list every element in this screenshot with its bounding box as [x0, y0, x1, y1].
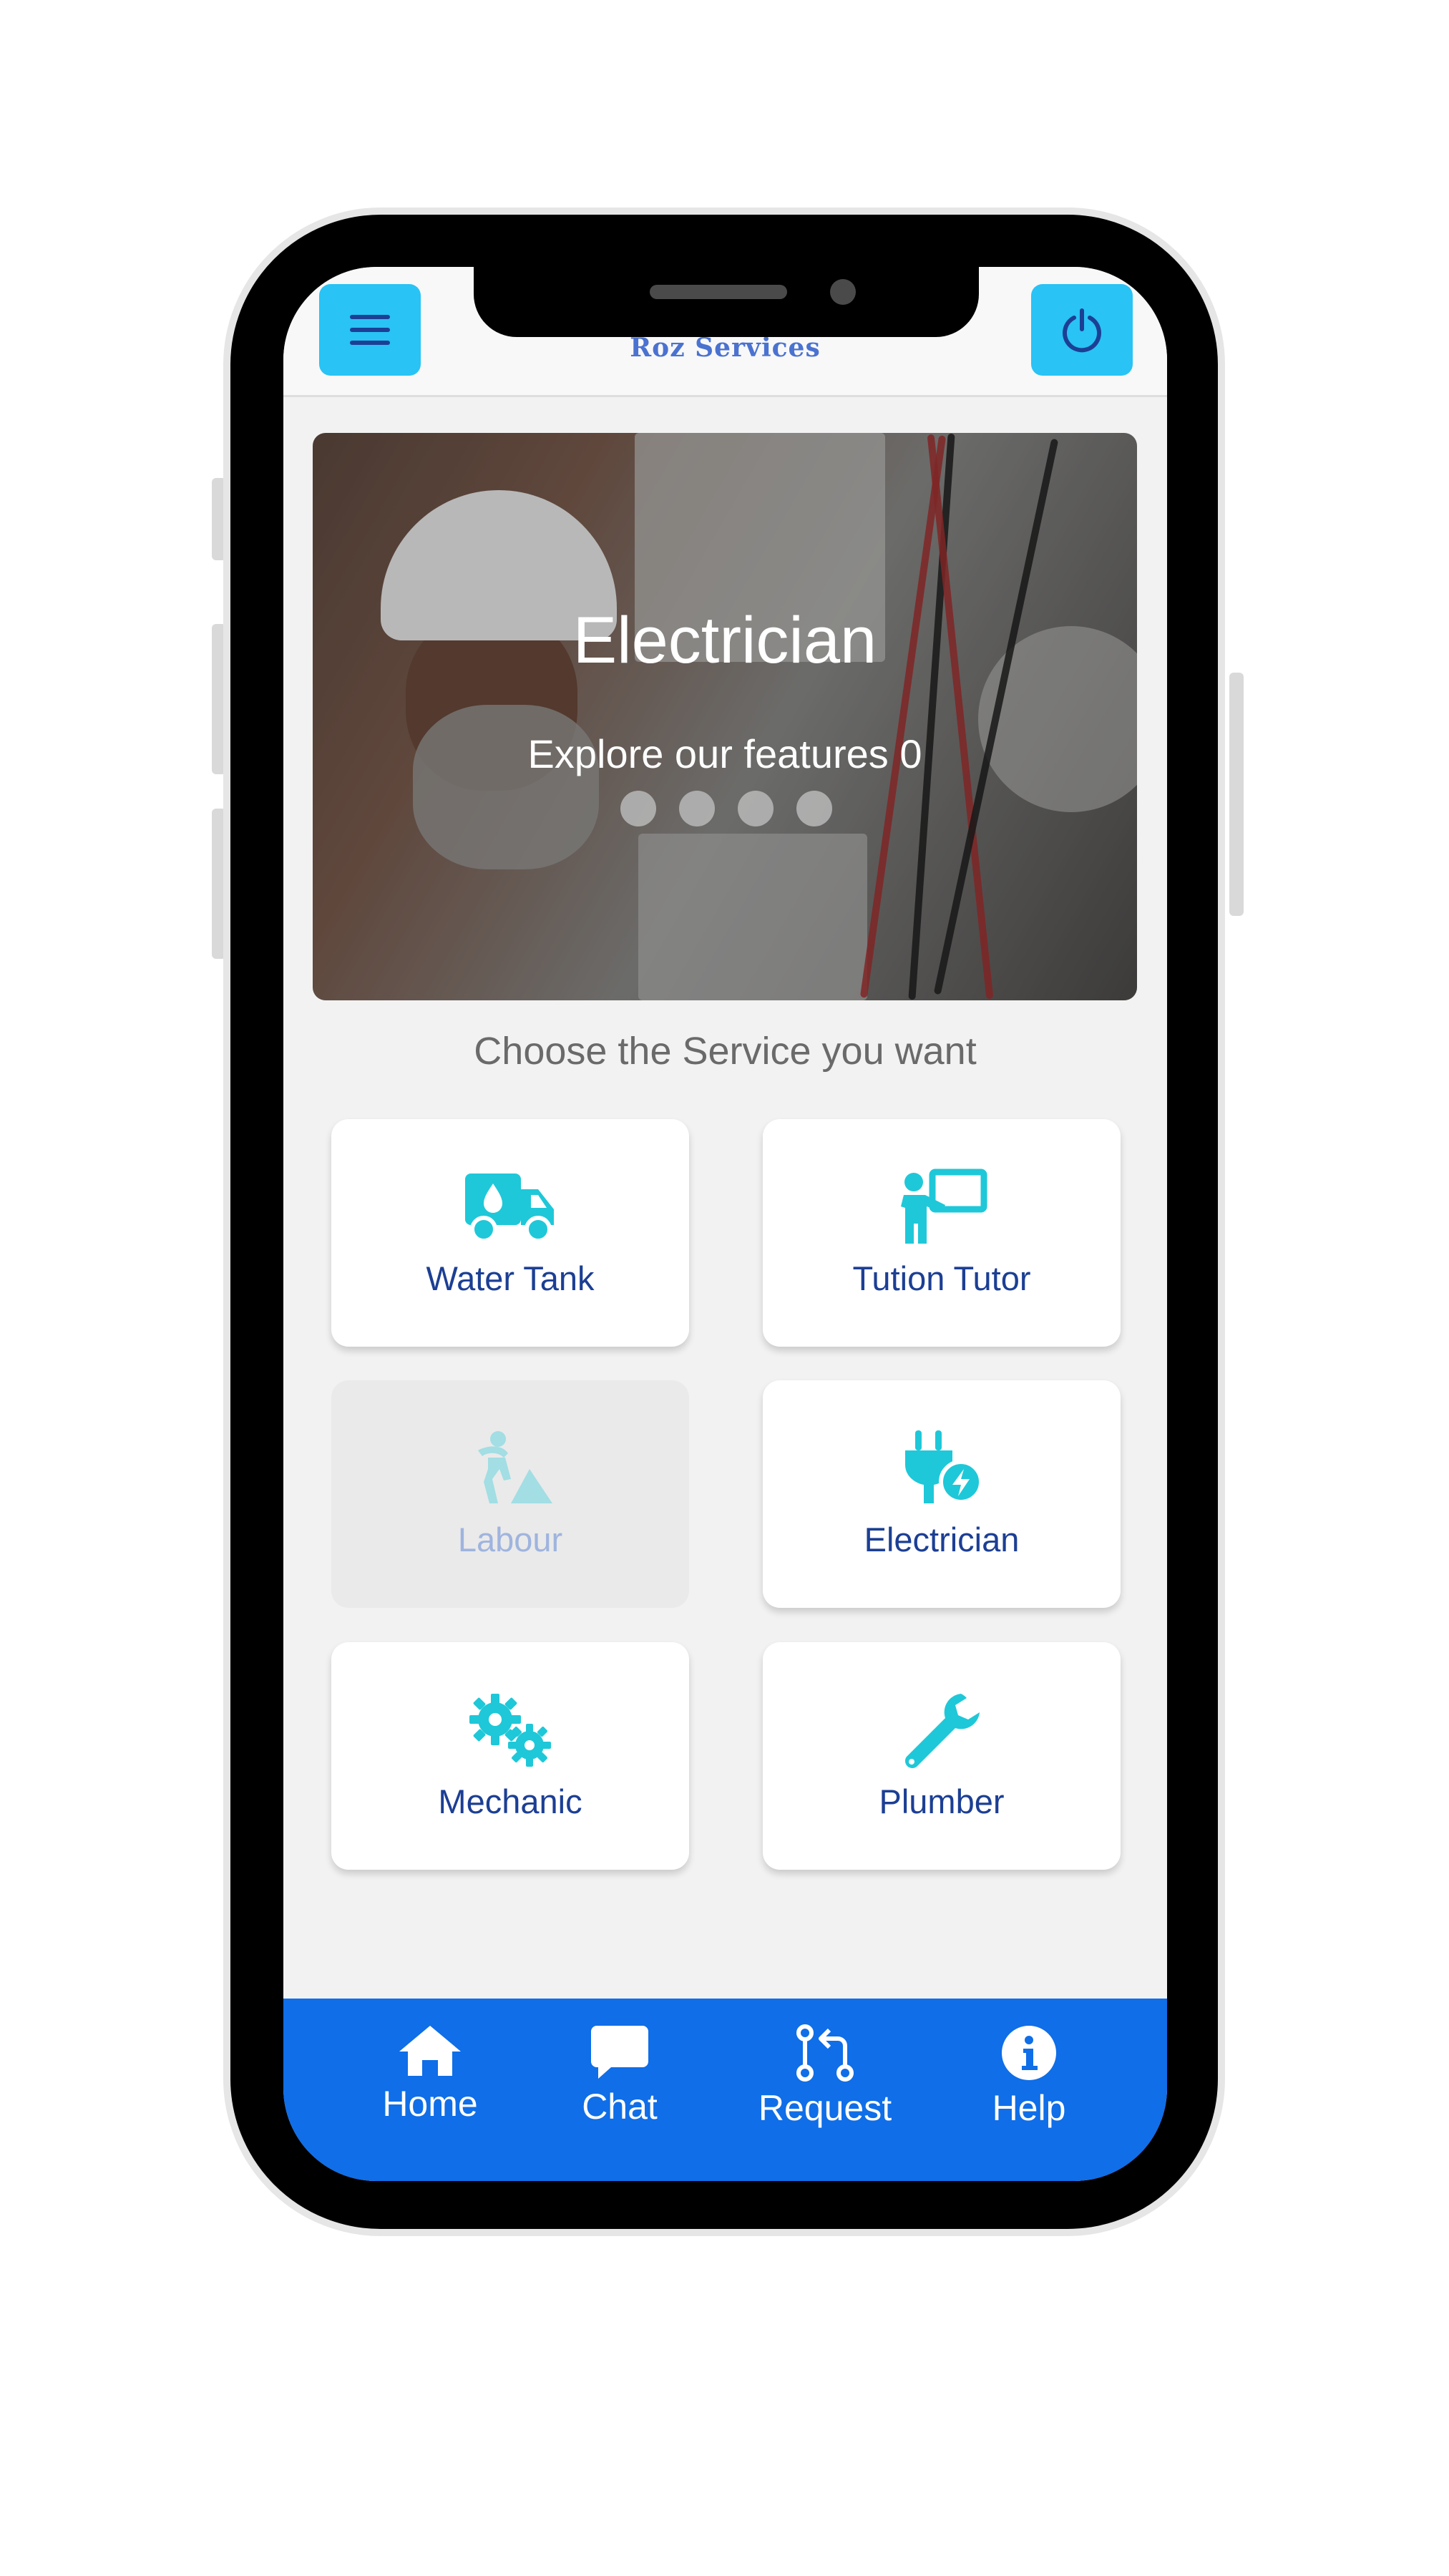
nav-label: Help: [992, 2088, 1066, 2128]
service-card-electrician[interactable]: Electrician: [763, 1380, 1121, 1608]
service-card-mechanic[interactable]: Mechanic: [331, 1642, 689, 1870]
carousel-dot[interactable]: [738, 791, 774, 826]
phone-camera: [830, 279, 856, 305]
banner-carousel[interactable]: Electrician Explore our features 0: [313, 433, 1137, 1000]
nav-item-request[interactable]: Request: [746, 2024, 904, 2129]
service-card-water-tank[interactable]: Water Tank: [331, 1119, 689, 1347]
nav-item-help[interactable]: Help: [950, 2024, 1108, 2129]
service-label: Plumber: [879, 1782, 1005, 1820]
water-truck-icon: [465, 1174, 554, 1243]
nav-label: Chat: [582, 2087, 658, 2127]
carousel-dot[interactable]: [620, 791, 656, 826]
carousel-dot[interactable]: [796, 791, 832, 826]
services-heading: Choose the Service you want: [474, 1030, 977, 1073]
banner-overlay: [313, 433, 1137, 1000]
service-label: Mechanic: [438, 1782, 582, 1820]
wrench-icon: [905, 1694, 980, 1768]
home-icon: [399, 2026, 461, 2076]
info-icon: [1002, 2026, 1056, 2080]
service-label: Labour: [457, 1521, 563, 1558]
request-swap-icon: [796, 2024, 854, 2082]
phone-notch: [474, 267, 979, 337]
nav-item-chat[interactable]: Chat: [541, 2024, 698, 2127]
banner-title: Electrician: [572, 604, 877, 677]
bottom-navigation: Home Chat Request Help: [283, 1999, 1167, 2181]
side-button: [1229, 673, 1244, 916]
service-label: Water Tank: [426, 1259, 595, 1297]
nav-label: Home: [382, 2084, 478, 2124]
phone-speaker: [650, 285, 787, 299]
power-button[interactable]: [1031, 284, 1133, 376]
carousel-dots: [620, 791, 832, 826]
power-icon: [1063, 308, 1101, 353]
carousel-dot[interactable]: [679, 791, 715, 826]
gears-icon: [469, 1694, 551, 1767]
service-card-tution-tutor[interactable]: Tution Tutor: [763, 1119, 1121, 1347]
service-label: Tution Tutor: [852, 1259, 1031, 1297]
labour-worker-icon: [478, 1431, 552, 1503]
service-card-plumber[interactable]: Plumber: [763, 1642, 1121, 1870]
service-label: Electrician: [864, 1521, 1020, 1558]
chat-bubble-icon: [591, 2026, 648, 2079]
tutor-board-icon: [901, 1169, 987, 1244]
service-card-labour[interactable]: Labour: [331, 1380, 689, 1608]
plug-bolt-icon: [905, 1430, 983, 1504]
nav-label: Request: [758, 2088, 892, 2128]
banner-subtitle: Explore our features 0: [527, 731, 922, 776]
nav-item-home[interactable]: Home: [351, 2024, 509, 2124]
app-screen: Roz Services Electrician Explore our fea…: [283, 267, 1167, 2181]
